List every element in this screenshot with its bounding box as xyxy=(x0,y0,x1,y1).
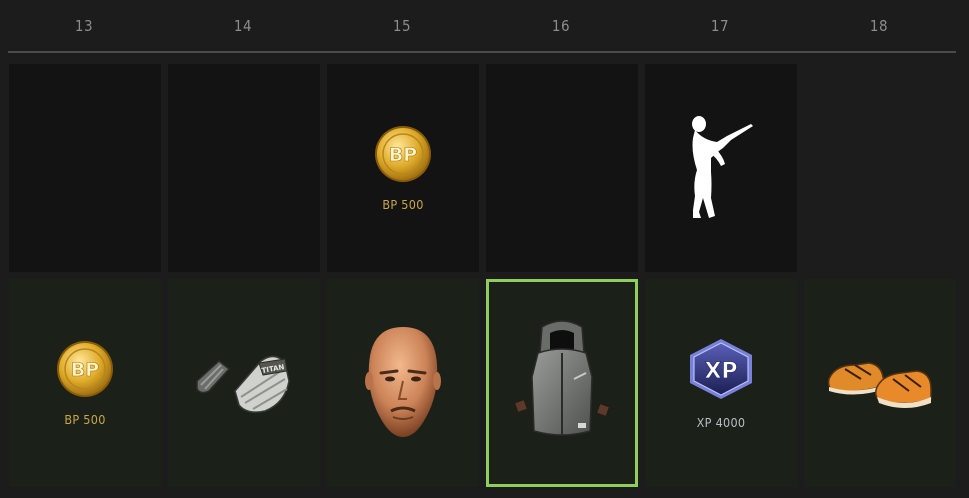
svg-text:BP: BP xyxy=(71,359,99,381)
day-label-14: 14 xyxy=(233,17,253,35)
premium-reward-slot-16[interactable] xyxy=(486,279,638,487)
day-label-16: 16 xyxy=(551,17,571,35)
day-header-row: 13 14 15 16 17 18 xyxy=(8,0,956,52)
day-label-18: 18 xyxy=(869,17,889,35)
premium-reward-slot-13[interactable]: BP BP 500 xyxy=(9,279,161,487)
day-label-15: 15 xyxy=(392,17,412,35)
reward-label: BP 500 xyxy=(64,411,106,427)
bp-coin-icon: BP xyxy=(375,125,431,182)
free-reward-slot-13[interactable] xyxy=(9,64,161,272)
free-reward-slot-17[interactable] xyxy=(645,64,797,272)
premium-reward-slot-17[interactable]: XP XP 4000 xyxy=(645,279,797,487)
premium-reward-slot-14[interactable]: TITAN xyxy=(168,279,320,487)
reward-track-panel: 13 14 15 16 17 18 BP BP 500 BP BP 500 TI… xyxy=(0,0,969,498)
bp-coin-icon: BP xyxy=(57,340,113,397)
premium-reward-slot-15[interactable] xyxy=(327,279,479,487)
xp-badge-icon: XP xyxy=(690,338,752,399)
premium-reward-slot-18[interactable] xyxy=(804,279,956,487)
orange-sneakers-icon xyxy=(827,362,932,408)
bald-head-face-icon xyxy=(365,327,441,437)
reward-label: BP 500 xyxy=(382,196,424,212)
header-divider xyxy=(8,51,956,53)
day-label-13: 13 xyxy=(74,17,94,35)
reward-label: XP 4000 xyxy=(696,414,746,430)
free-reward-slot-14[interactable] xyxy=(168,64,320,272)
wrapped-gloves-icon: TITAN xyxy=(196,355,290,413)
emote-pose-icon xyxy=(692,116,753,218)
svg-text:BP: BP xyxy=(389,144,417,166)
free-reward-slot-15[interactable]: BP BP 500 xyxy=(327,64,479,272)
free-reward-slot-18[interactable] xyxy=(804,64,956,272)
day-label-17: 17 xyxy=(710,17,730,35)
svg-text:XP: XP xyxy=(704,359,737,384)
hooded-vest-icon xyxy=(513,320,611,436)
free-reward-slot-16[interactable] xyxy=(486,64,638,272)
